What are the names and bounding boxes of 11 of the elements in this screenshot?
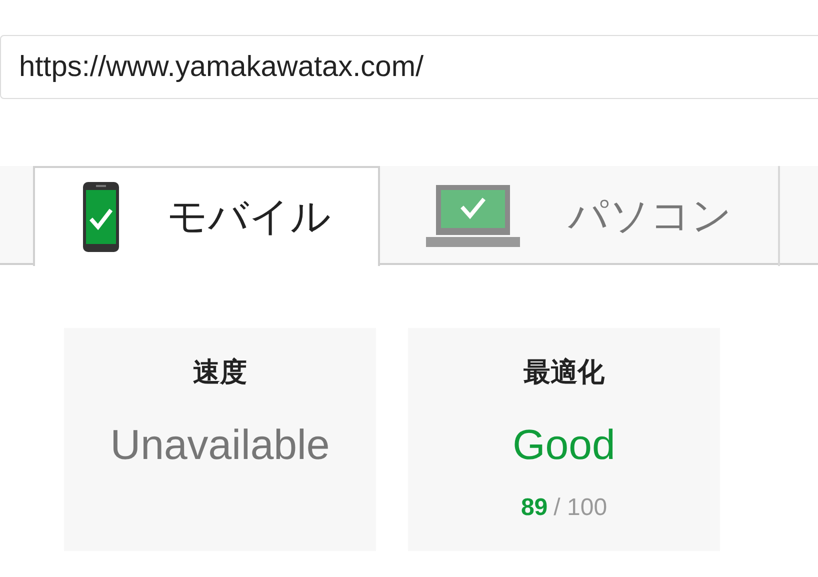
rating-text: Good [512,420,616,470]
laptop-check-icon [426,185,520,247]
device-tab[interactable]: パソコン [380,166,780,266]
card-title: 最適化 [524,356,604,389]
card-title: 速度 [193,356,247,389]
rating-text: Unavailable [110,420,330,470]
phone-check-icon [83,182,119,252]
score-max: / 100 [554,492,608,522]
url-field[interactable]: https://www.yamakawatax.com/ [0,35,818,99]
score-value: 89 [520,492,548,522]
device-tab[interactable]: モバイル [33,166,380,266]
